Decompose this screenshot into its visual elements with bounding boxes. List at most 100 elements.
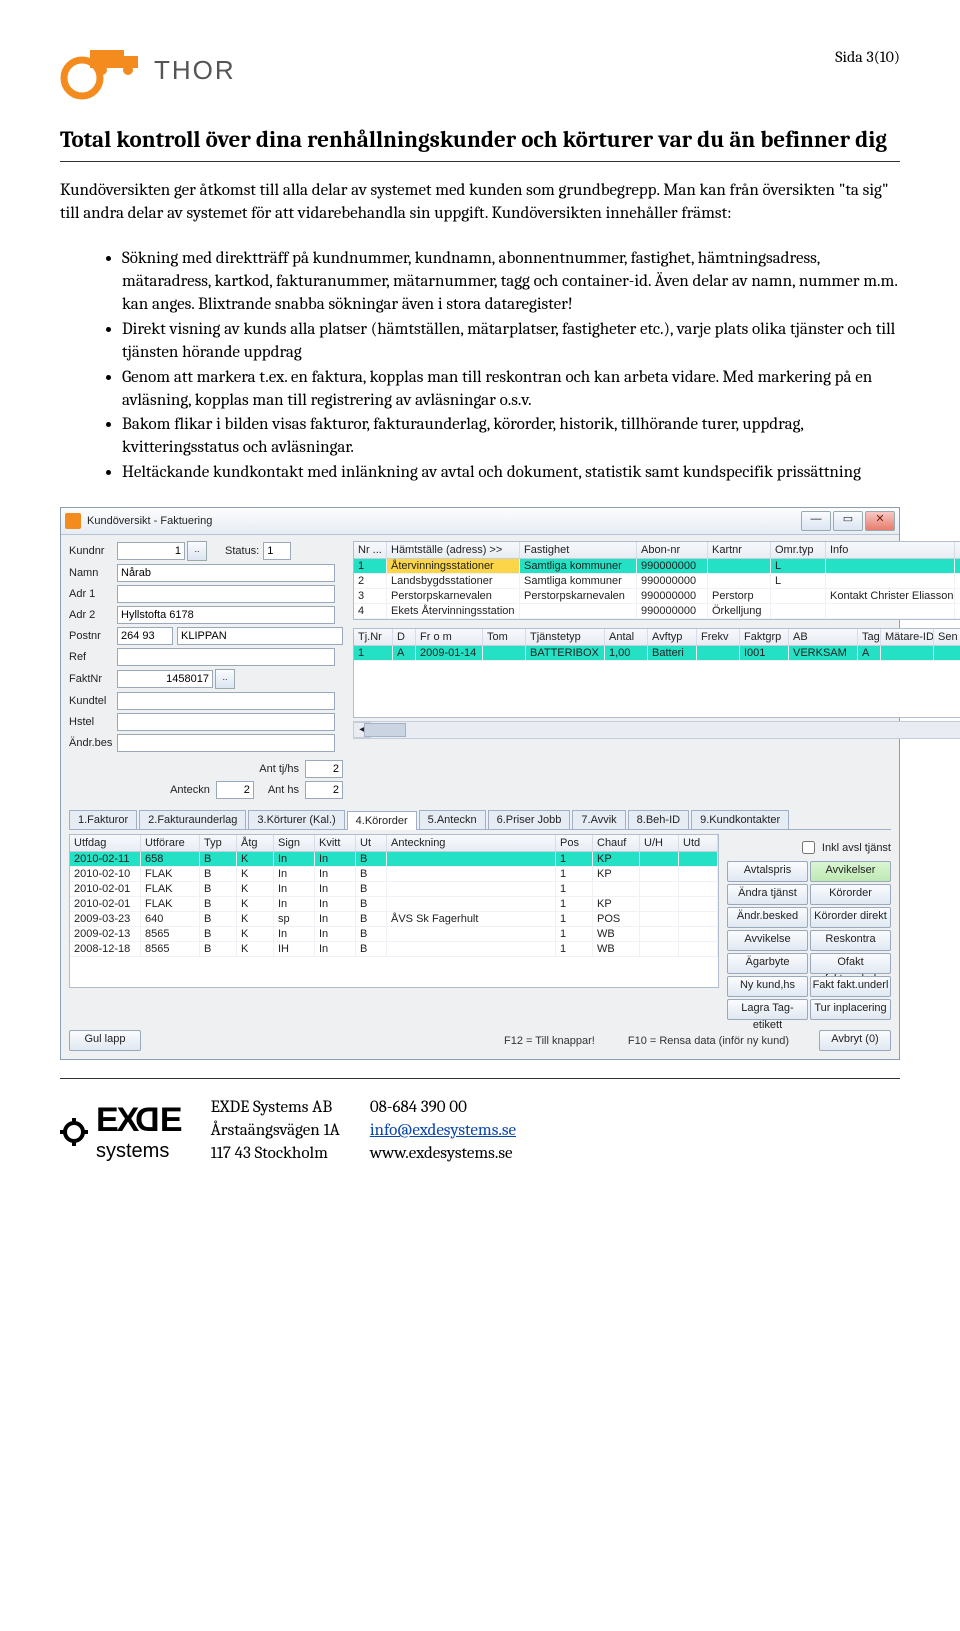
table-row[interactable]: 2010-02-10FLAKBKInInB1KP [70, 867, 718, 882]
column-header[interactable]: Utd [679, 835, 718, 851]
ny-kund-hs-button[interactable]: Ny kund,hs [727, 976, 808, 997]
column-header[interactable]: D [393, 629, 416, 645]
column-header[interactable]: Mätare-ID >> [881, 629, 934, 645]
table-row[interactable]: 2009-03-23640BKspInBÅVS Sk Fagerhult1POS [70, 912, 718, 927]
table-row[interactable]: 2009-02-138565BKInInB1WB [70, 927, 718, 942]
exde-mark: EXDE [96, 1101, 181, 1140]
körorder-direkt-button[interactable]: Körorder direkt [810, 907, 891, 928]
column-header[interactable]: Chauf [593, 835, 640, 851]
ref-input[interactable] [117, 648, 335, 666]
scroll-thumb[interactable] [364, 723, 406, 737]
hstel-input[interactable] [117, 713, 335, 731]
postnr-input[interactable] [117, 627, 173, 645]
kundtel-input[interactable] [117, 692, 335, 710]
column-header[interactable]: Omr.typ [771, 542, 826, 558]
ofakt-underl-button[interactable]: Ofakt fakt.underl [810, 953, 891, 974]
column-header[interactable]: Sign [274, 835, 315, 851]
column-header[interactable]: Tom [483, 629, 526, 645]
column-header[interactable]: Tjänstetyp [526, 629, 605, 645]
column-header[interactable]: Kartnr [708, 542, 771, 558]
table-row[interactable]: 2LandsbygdsstationerSamtliga kommuner990… [354, 574, 960, 589]
column-header[interactable]: Tj.Nr [354, 629, 393, 645]
tab[interactable]: 7.Avvik [572, 810, 625, 829]
column-header[interactable]: Utförare [141, 835, 200, 851]
column-header[interactable]: Abon-nr [637, 542, 708, 558]
körorder-button[interactable]: Körorder [810, 884, 891, 905]
table-row[interactable]: 2010-02-11658BKInInB1KP [70, 852, 718, 867]
adr1-input[interactable] [117, 585, 335, 603]
column-header[interactable]: AB [789, 629, 858, 645]
kundnr-lookup-button[interactable]: .. [187, 541, 207, 561]
avvikelser-button[interactable]: Avvikelser [810, 861, 891, 882]
table-row[interactable]: 3PerstorpskarnevalenPerstorpskarnevalen9… [354, 589, 960, 604]
maximize-button[interactable]: ▭ [833, 511, 863, 531]
faktnr-input[interactable] [117, 670, 213, 688]
kundnr-input[interactable] [117, 542, 185, 560]
tab[interactable]: 4.Körorder [347, 811, 417, 830]
column-header[interactable]: Kvitt [315, 835, 356, 851]
avtalspris-button[interactable]: Avtalspris [727, 861, 808, 882]
faktnr-lookup-button[interactable]: .. [215, 669, 235, 689]
column-header[interactable]: Anteckning [387, 835, 556, 851]
status-input[interactable] [263, 542, 291, 560]
tab[interactable]: 1.Fakturor [69, 810, 137, 829]
table-row[interactable]: 2008-12-188565BKIHInB1WB [70, 942, 718, 957]
column-header[interactable]: Nr ... [354, 542, 387, 558]
column-header[interactable]: U/H [640, 835, 679, 851]
kororder-grid[interactable]: UtfdagUtförareTypÅtgSignKvittUtAntecknin… [69, 834, 719, 988]
column-header[interactable]: Hämtställe (adress) >> [387, 542, 520, 558]
lagra-tag-button[interactable]: Lagra Tag-etikett [727, 999, 808, 1020]
reskontra-button[interactable]: Reskontra [810, 930, 891, 951]
column-header[interactable]: Fastighet [520, 542, 637, 558]
horizontal-scrollbar[interactable]: ◄ ► [353, 721, 960, 739]
column-header[interactable]: Pos [556, 835, 593, 851]
column-header[interactable]: Ut [356, 835, 387, 851]
gul-lapp-button[interactable]: Gul lapp [69, 1030, 141, 1051]
column-header[interactable]: Avftyp [648, 629, 697, 645]
ändra-tjänst-button[interactable]: Ändra tjänst [727, 884, 808, 905]
postort-input[interactable] [177, 627, 343, 645]
andrbes-input[interactable] [117, 734, 335, 752]
table-row[interactable]: 1ÅtervinningsstationerSamtliga kommuner9… [354, 559, 960, 574]
anths-input[interactable] [305, 781, 343, 799]
column-header[interactable]: Fr o m [416, 629, 483, 645]
tab[interactable]: 6.Priser Jobb [488, 810, 571, 829]
avvikelse-button[interactable]: Avvikelse [727, 930, 808, 951]
table-row[interactable]: 2010-02-01FLAKBKInInB1KP [70, 897, 718, 912]
anths-label: Ant hs [268, 784, 299, 796]
inkl-avsl-checkbox[interactable] [802, 841, 815, 854]
column-header[interactable]: Frekv [697, 629, 740, 645]
column-header[interactable]: Antal [605, 629, 648, 645]
fakt-underl-button[interactable]: Fakt fakt.underl [810, 976, 891, 997]
column-header[interactable]: Tag >> [858, 629, 881, 645]
column-header[interactable]: Faktgrp [740, 629, 789, 645]
email-link[interactable]: info@exdesystems.se [370, 1121, 516, 1140]
titlebar[interactable]: Kundöversikt - Faktuering — ▭ ✕ [61, 508, 899, 535]
anteckn-input[interactable] [216, 781, 254, 799]
table-row[interactable]: 2010-02-01FLAKBKInInB1 [70, 882, 718, 897]
tab[interactable]: 8.Beh-ID [628, 810, 689, 829]
minimize-button[interactable]: — [801, 511, 831, 531]
postnr-label: Postnr [69, 630, 117, 642]
column-header[interactable]: Åtg [237, 835, 274, 851]
avbryt-button[interactable]: Avbryt (0) [819, 1030, 891, 1051]
ägarbyte-button[interactable]: Ägarbyte [727, 953, 808, 974]
tjänst-grid[interactable]: Tj.NrDFr o mTomTjänstetypAntalAvftypFrek… [353, 628, 960, 718]
column-header[interactable]: Info [826, 542, 955, 558]
table-row[interactable]: 4Ekets Återvinningsstation990000000Örkel… [354, 604, 960, 619]
ändr-besked-button[interactable]: Ändr.besked [727, 907, 808, 928]
table-row[interactable]: 1A2009-01-14BATTERIBOX1,00BatteriI001VER… [354, 646, 960, 661]
anttj-input[interactable] [305, 760, 343, 778]
tab[interactable]: 5.Anteckn [419, 810, 486, 829]
adr2-input[interactable] [117, 606, 335, 624]
column-header[interactable]: Utfdag [70, 835, 141, 851]
tab[interactable]: 2.Fakturaunderlag [139, 810, 246, 829]
tab[interactable]: 9.Kundkontakter [691, 810, 789, 829]
column-header[interactable]: Typ [200, 835, 237, 851]
column-header[interactable]: Sen besök [934, 629, 960, 645]
tab[interactable]: 3.Körturer (Kal.) [248, 810, 344, 829]
hamtställe-grid[interactable]: Nr ...Hämtställe (adress) >>FastighetAbo… [353, 541, 960, 620]
namn-input[interactable] [117, 564, 335, 582]
close-button[interactable]: ✕ [865, 511, 895, 531]
tur-inplacering-button[interactable]: Tur inplacering [810, 999, 891, 1020]
